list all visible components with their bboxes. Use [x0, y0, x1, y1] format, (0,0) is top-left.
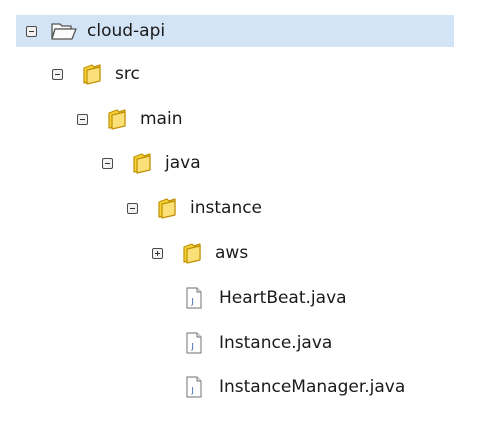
collapse-toggle-icon[interactable] [52, 68, 63, 80]
tree-node-label: src [115, 64, 140, 84]
tree-node-label: cloud-api [87, 21, 166, 41]
folder-open-icon [51, 21, 77, 41]
collapse-toggle-icon[interactable] [26, 25, 37, 37]
tree-node-aws[interactable]: aws [152, 237, 248, 269]
folder-icon [156, 197, 178, 219]
folder-icon [81, 63, 103, 85]
file-tree: cloud-api src main java instance aws J H… [0, 0, 477, 427]
folder-icon [106, 108, 128, 130]
tree-file-instancemanager[interactable]: J InstanceManager.java [185, 371, 405, 403]
svg-text:J: J [191, 386, 194, 395]
tree-node-cloud-api[interactable]: cloud-api [16, 15, 454, 47]
java-file-icon: J [185, 332, 203, 354]
collapse-toggle-icon[interactable] [127, 202, 138, 214]
tree-node-label: java [165, 153, 201, 173]
collapse-toggle-icon[interactable] [102, 157, 113, 169]
tree-node-label: InstanceManager.java [219, 377, 406, 397]
java-file-icon: J [185, 287, 203, 309]
tree-file-instance[interactable]: J Instance.java [185, 327, 332, 359]
tree-node-label: main [140, 109, 183, 129]
tree-node-label: aws [215, 243, 249, 263]
svg-text:J: J [191, 297, 194, 306]
tree-node-src[interactable]: src [52, 58, 140, 90]
tree-file-heartbeat[interactable]: J HeartBeat.java [185, 282, 347, 314]
tree-node-main[interactable]: main [77, 103, 182, 135]
tree-node-label: instance [190, 198, 263, 218]
expand-toggle-icon[interactable] [152, 247, 163, 259]
collapse-toggle-icon[interactable] [77, 113, 88, 125]
folder-icon [181, 242, 203, 264]
tree-node-label: Instance.java [219, 333, 333, 353]
java-file-icon: J [185, 376, 203, 398]
tree-node-java[interactable]: java [102, 147, 201, 179]
svg-text:J: J [191, 342, 194, 351]
folder-icon [131, 152, 153, 174]
tree-node-label: HeartBeat.java [219, 288, 347, 308]
tree-node-instance[interactable]: instance [127, 192, 262, 224]
